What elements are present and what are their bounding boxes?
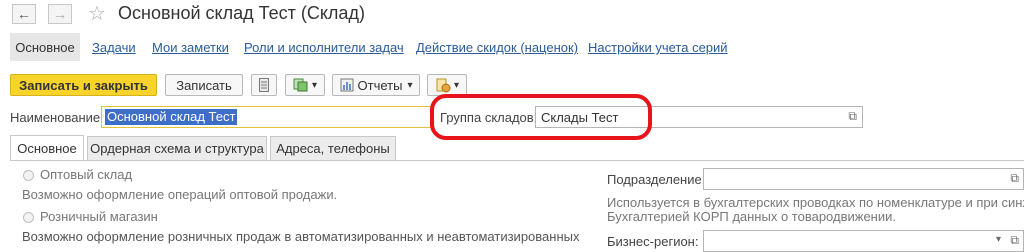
business-region-label: Бизнес-регион: [607,234,699,249]
window-title: Основной склад Тест (Склад) [118,3,365,23]
print-icon [436,78,451,92]
division-note-line2: Бухгалтерией КОРП данных о товародвижени… [607,209,896,224]
reports-button[interactable]: Отчеты ▾ [332,74,420,96]
back-button[interactable]: ← [12,4,36,24]
business-region-input[interactable]: ▾ ⧉ [703,230,1024,252]
nav-tab-roles[interactable]: Роли и исполнители задач [244,40,404,55]
create-based-on-dropdown-icon: ▾ [311,79,318,91]
division-input[interactable]: ⧉ [703,168,1024,190]
create-based-on-icon [293,78,308,92]
save-and-close-button[interactable]: Записать и закрыть [10,74,157,96]
open-group-icon[interactable]: ⧉ [848,109,857,124]
inner-tab-main[interactable]: Основное [10,135,84,161]
name-input[interactable]: Основной склад Тест [101,106,431,128]
retail-description: Возможно оформление розничных продаж в а… [22,229,580,244]
reports-label: Отчеты [357,77,403,93]
nav-tab-discounts[interactable]: Действие скидок (наценок) [416,40,578,55]
nav-tab-tasks[interactable]: Задачи [92,40,136,55]
wholesale-label: Оптовый склад [40,167,133,182]
retail-label: Розничный магазин [40,209,158,224]
nav-tab-series-settings[interactable]: Настройки учета серий [588,40,728,55]
reports-icon [340,78,354,92]
inner-tab-addresses[interactable]: Адреса, телефоны [270,136,396,160]
favorite-star-icon[interactable]: ☆ [88,1,106,26]
print-button[interactable]: ▾ [427,74,467,96]
reports-dropdown-icon: ▾ [407,79,413,91]
document-list-icon [259,78,269,92]
tab-divider [10,160,1024,161]
name-label: Наименование: [10,110,104,125]
save-button[interactable]: Записать [165,74,243,96]
region-dropdown-icon[interactable]: ▾ [996,234,1001,245]
forward-arrow-icon: → [53,6,67,22]
nav-tab-notes[interactable]: Мои заметки [152,40,229,55]
division-note-line1: Используется в бухгалтерских проводках п… [607,195,1024,210]
back-arrow-icon: ← [17,6,31,22]
document-list-button[interactable] [251,74,277,96]
wholesale-radio[interactable] [23,170,34,181]
print-dropdown-icon: ▾ [453,79,460,91]
open-division-icon[interactable]: ⧉ [1010,171,1019,186]
wholesale-description: Возможно оформление операций оптовой про… [22,187,338,202]
create-based-on-button[interactable]: ▾ [285,74,325,96]
highlight-annotation [430,94,652,140]
inner-tab-order-scheme[interactable]: Ордерная схема и структура [87,136,267,160]
name-input-value: Основной склад Тест [105,109,238,125]
retail-radio[interactable] [23,212,34,223]
division-label: Подразделение: [607,172,706,187]
nav-tab-main[interactable]: Основное [10,33,80,61]
forward-button[interactable]: → [48,4,72,24]
